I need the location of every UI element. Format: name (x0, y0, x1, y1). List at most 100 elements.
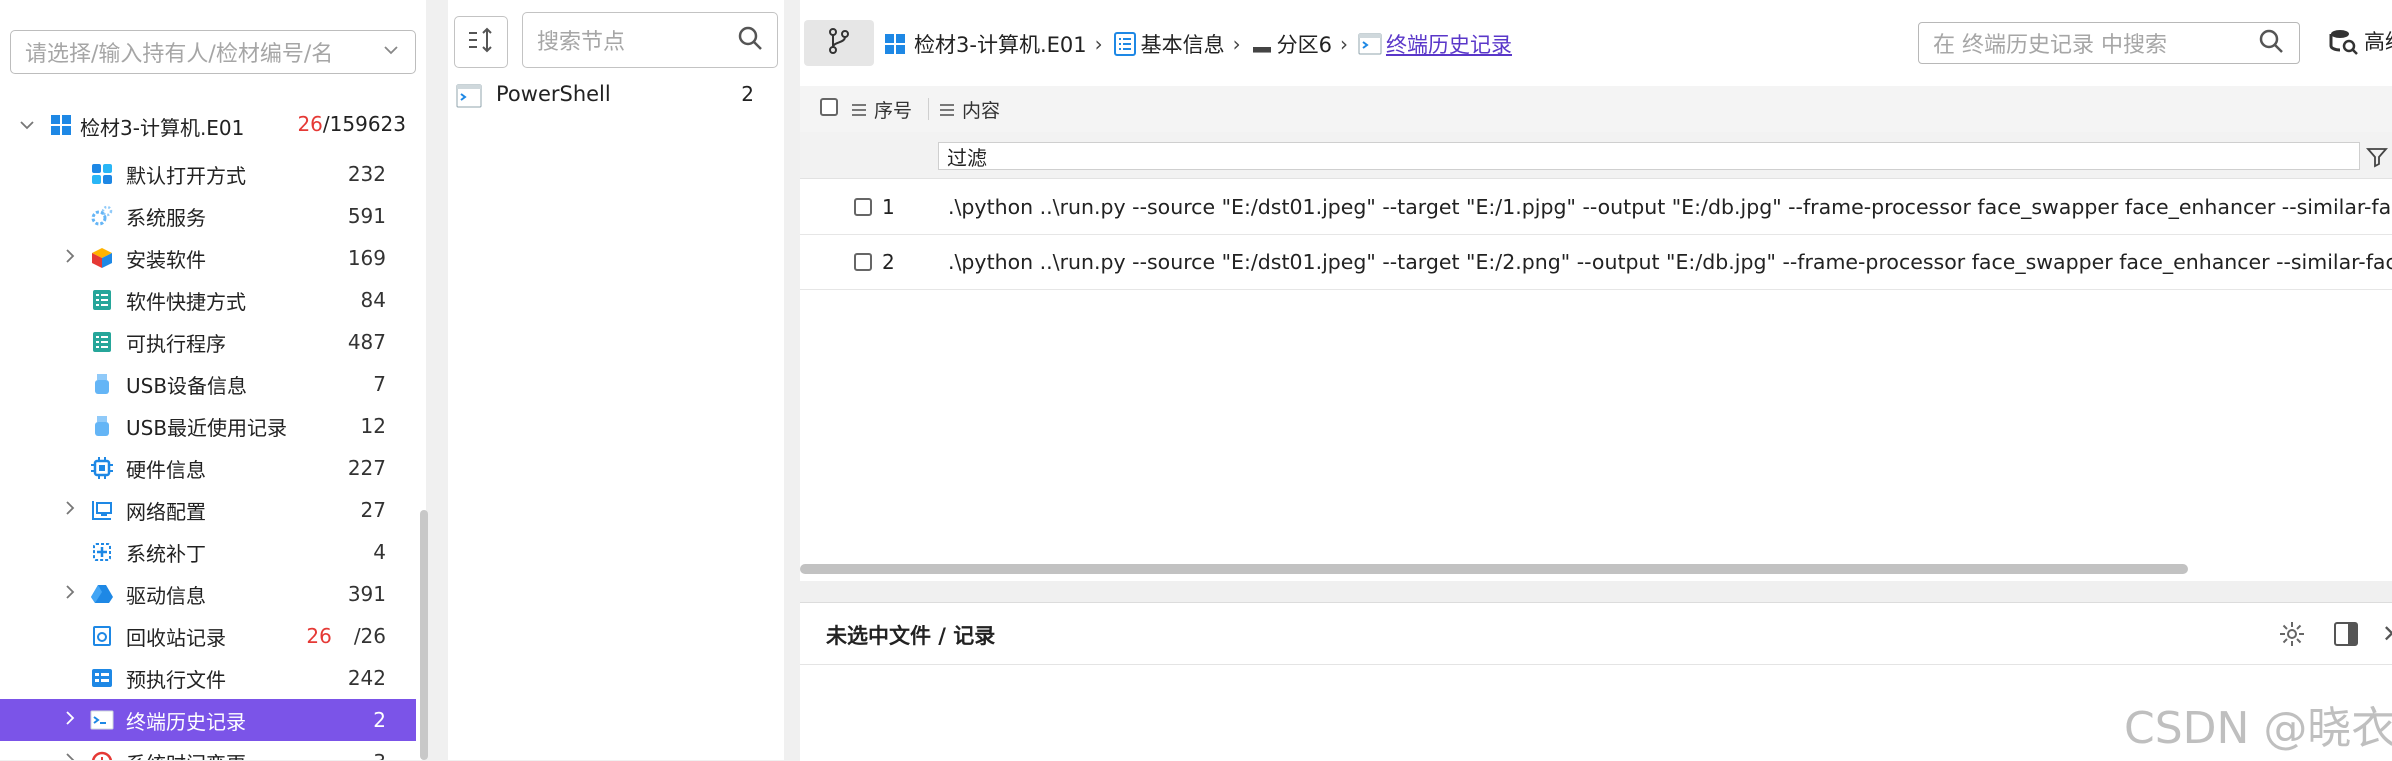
tree-item-hardware[interactable]: 硬件信息 227 (0, 447, 416, 489)
list-icon (90, 330, 114, 354)
row-checkbox[interactable] (854, 253, 872, 271)
tree-item-system-time-change[interactable]: 系统时间变更 3 (0, 741, 416, 760)
usb-icon (90, 372, 114, 396)
tree-item-terminal-history[interactable]: 终端历史记录 2 (0, 699, 416, 741)
tree-item-usb-devices[interactable]: USB设备信息 7 (0, 363, 416, 405)
horizontal-scrollbar[interactable] (800, 564, 2188, 574)
content-search-input[interactable]: 在 终端历史记录 中搜索 (1918, 22, 2300, 64)
tree-item-prefetch[interactable]: 预执行文件 242 (0, 657, 416, 699)
search-icon[interactable] (737, 25, 763, 56)
advanced-search-button[interactable]: 高级 (2328, 26, 2392, 56)
tree-list: 默认打开方式 232 系统服务 591 安装软件 169 软件快捷方式 84 可… (0, 153, 416, 760)
terminal-icon (90, 708, 114, 732)
tree-item-count-total: /26 (353, 624, 386, 648)
breadcrumb-item-basic-info[interactable]: 基本信息 › (1113, 29, 1251, 59)
left-scrollbar[interactable] (420, 510, 428, 760)
node-item-label: PowerShell (496, 82, 611, 106)
tree-root-label: 检材3-计算机.E01 (80, 116, 245, 140)
chevron-right-icon[interactable] (60, 708, 80, 733)
package-icon (90, 246, 114, 270)
recycle-bin-icon (90, 624, 114, 648)
panel-toggle-icon[interactable] (2332, 620, 2360, 653)
detail-header (800, 604, 2392, 665)
usb-icon (90, 414, 114, 438)
tree-item-count: 26/26 (306, 624, 386, 648)
tree-item-drivers[interactable]: 驱动信息 391 (0, 573, 416, 615)
row-index: 1 (882, 195, 895, 219)
table-header (800, 86, 2392, 133)
node-search-placeholder: 搜索节点 (537, 30, 626, 55)
content-search-placeholder: 在 终端历史记录 中搜索 (1933, 33, 2167, 58)
tree-item-recycle-bin[interactable]: 回收站记录 26/26 (0, 615, 416, 657)
tree-item-usb-recent[interactable]: USB最近使用记录 12 (0, 405, 416, 447)
tree-item-count: 7 (373, 372, 386, 396)
column-header-label: 序号 (874, 100, 913, 122)
tree-item-installed-software[interactable]: 安装软件 169 (0, 237, 416, 279)
tree-item-label: 可执行程序 (126, 331, 226, 356)
node-item-powershell[interactable]: PowerShell 2 (454, 78, 774, 114)
tree-item-network-config[interactable]: 网络配置 27 (0, 489, 416, 531)
table-row[interactable]: 2 .\python ..\run.py --source "E:/dst01.… (800, 235, 2392, 290)
tree-item-label: 网络配置 (126, 499, 206, 524)
network-icon (90, 498, 114, 522)
tree-item-label: 终端历史记录 (126, 709, 246, 734)
tree-item-system-services[interactable]: 系统服务 591 (0, 195, 416, 237)
chevron-right-icon: › (1339, 32, 1348, 56)
tree-item-count: 242 (347, 666, 386, 690)
tree-item-system-patches[interactable]: 系统补丁 4 (0, 531, 416, 573)
column-header-index[interactable]: 序号 (850, 96, 912, 123)
list-icon (1113, 31, 1137, 57)
tree-item-count: 27 (360, 498, 386, 522)
chevron-down-icon[interactable] (381, 40, 401, 65)
sort-button[interactable] (454, 16, 508, 68)
tree-item-count: 232 (347, 162, 386, 186)
breadcrumb: 检材3-计算机.E01 › 基本信息 › 分区6 › 终端历史记录 (884, 22, 1512, 66)
chevron-right-icon[interactable] (60, 246, 80, 271)
breadcrumb-item-partition[interactable]: 分区6 › (1251, 29, 1358, 59)
chevron-right-icon[interactable] (60, 750, 80, 760)
node-search-input[interactable]: 搜索节点 (522, 12, 778, 68)
column-menu-icon[interactable] (850, 101, 868, 119)
tree-item-label: 系统时间变更 (126, 748, 246, 761)
breadcrumb-item-terminal-history[interactable]: 终端历史记录 (1358, 29, 1512, 59)
drive-icon (90, 582, 114, 606)
chevron-right-icon[interactable] (60, 498, 80, 523)
tree-root-count-red: 26 (297, 112, 323, 136)
chevron-down-icon[interactable] (16, 114, 38, 141)
branch-button[interactable] (804, 20, 874, 66)
windows-icon (50, 114, 72, 141)
column-header-content[interactable]: 内容 (938, 96, 1000, 123)
tree-item-count: 169 (347, 246, 386, 270)
row-checkbox[interactable] (854, 198, 872, 216)
column-divider[interactable] (928, 98, 929, 120)
tree-item-count-red: 26 (306, 624, 332, 648)
table-row[interactable]: 1 .\python ..\run.py --source "E:/dst01.… (800, 180, 2392, 235)
tree-item-label: 硬件信息 (126, 457, 206, 482)
database-search-icon (2328, 26, 2358, 56)
tree-item-label: USB设备信息 (126, 373, 248, 398)
tree-item-count: 2 (373, 708, 386, 732)
tree-root-row[interactable]: 检材3-计算机.E01 26/159623 (10, 108, 416, 142)
tree-item-count: 591 (347, 204, 386, 228)
holder-select-input[interactable]: 请选择/输入持有人/检材编号/名 (10, 30, 416, 74)
filter-icon[interactable] (2366, 146, 2388, 173)
tree-item-executables[interactable]: 可执行程序 487 (0, 321, 416, 363)
settings-icon[interactable] (2278, 620, 2306, 653)
chevron-right-icon: › (1094, 32, 1103, 56)
filter-input[interactable]: 过滤 (938, 142, 2360, 170)
list-icon (90, 288, 114, 312)
close-icon[interactable]: ✕ (2382, 620, 2392, 648)
tree-item-default-open[interactable]: 默认打开方式 232 (0, 153, 416, 195)
column-menu-icon[interactable] (938, 101, 956, 119)
tree-item-software-shortcuts[interactable]: 软件快捷方式 84 (0, 279, 416, 321)
select-all-checkbox[interactable] (820, 98, 838, 116)
row-index: 2 (882, 250, 895, 274)
search-icon[interactable] (2257, 27, 2285, 60)
filter-label: 过滤 (947, 145, 987, 170)
chevron-right-icon[interactable] (60, 582, 80, 607)
advanced-search-label: 高级 (2364, 30, 2392, 54)
row-content: .\python ..\run.py --source "E:/dst01.jp… (948, 195, 2392, 219)
breadcrumb-item-evidence[interactable]: 检材3-计算机.E01 › (884, 29, 1113, 59)
tree-item-label: USB最近使用记录 (126, 415, 288, 440)
tree-item-label: 回收站记录 (126, 625, 226, 650)
